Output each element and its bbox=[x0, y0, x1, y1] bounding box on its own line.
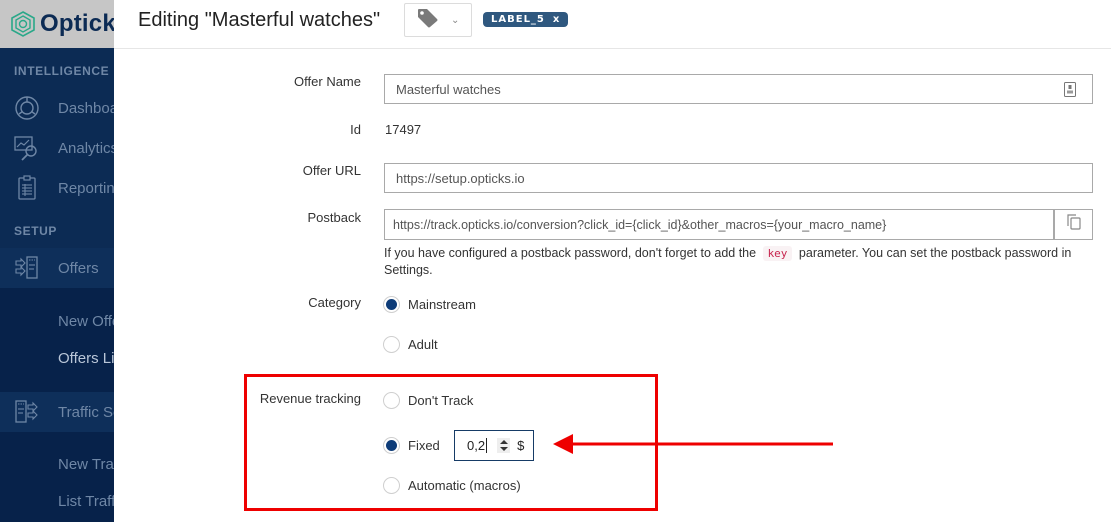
chevron-down-icon: ⌄ bbox=[451, 14, 460, 26]
logo[interactable]: Opticks bbox=[0, 0, 114, 48]
page-header: Editing "Masterful watches" ⌄ LABEL_5 x bbox=[114, 0, 1111, 49]
sidebar: Opticks INTELLIGENCE Dashboard Analytics… bbox=[0, 0, 114, 522]
radio-unchecked-icon bbox=[383, 336, 400, 353]
dashboard-icon bbox=[14, 95, 40, 121]
radio-label: Adult bbox=[408, 337, 438, 352]
sidebar-item-analytics[interactable]: Analytics bbox=[0, 128, 114, 168]
postback-help-text: If you have configured a postback passwo… bbox=[384, 245, 1096, 279]
sidebar-item-offers[interactable]: Offers bbox=[0, 248, 114, 288]
opticks-logo-icon bbox=[11, 11, 35, 37]
category-mainstream-radio[interactable]: Mainstream bbox=[383, 296, 476, 313]
traffic-sources-icon bbox=[14, 399, 40, 425]
postback-input[interactable]: https://track.opticks.io/conversion?clic… bbox=[384, 209, 1054, 240]
radio-label: Mainstream bbox=[408, 297, 476, 312]
contact-card-icon bbox=[1064, 82, 1076, 100]
offers-icon bbox=[14, 255, 40, 281]
sidebar-subitem-new-offer[interactable]: New Offer bbox=[58, 313, 114, 330]
radio-checked-icon bbox=[383, 296, 400, 313]
remove-label-button[interactable]: x bbox=[553, 14, 560, 25]
id-label: Id bbox=[350, 122, 361, 137]
offer-url-input[interactable]: https://setup.opticks.io bbox=[384, 163, 1093, 193]
copy-icon bbox=[1066, 214, 1081, 235]
tag-icon bbox=[417, 8, 439, 33]
offer-id-value: 17497 bbox=[385, 122, 422, 137]
label-badge: LABEL_5 x bbox=[483, 12, 569, 27]
section-setup: SETUP bbox=[14, 224, 58, 238]
offer-url-value: https://setup.opticks.io bbox=[396, 170, 525, 186]
sidebar-item-label: Traffic Sources bbox=[58, 403, 114, 421]
page: Opticks INTELLIGENCE Dashboard Analytics… bbox=[0, 0, 1111, 522]
sidebar-subitem-new-traffic-source[interactable]: New Traffic Source bbox=[58, 456, 114, 473]
category-label: Category bbox=[308, 295, 361, 310]
sidebar-item-label: Reporting bbox=[58, 179, 114, 197]
tag-select-dropdown[interactable]: ⌄ bbox=[404, 3, 472, 37]
brand-name: Opticks bbox=[40, 10, 114, 37]
sidebar-item-dashboard[interactable]: Dashboard bbox=[0, 88, 114, 128]
reporting-icon bbox=[14, 175, 40, 201]
offer-name-label: Offer Name bbox=[294, 74, 361, 89]
section-intelligence: INTELLIGENCE bbox=[14, 64, 110, 78]
sidebar-item-label: Dashboard bbox=[58, 99, 114, 117]
analytics-icon bbox=[14, 135, 40, 161]
sidebar-item-label: Analytics bbox=[58, 139, 114, 157]
offer-name-input[interactable]: Masterful watches bbox=[384, 74, 1093, 104]
offer-name-value: Masterful watches bbox=[396, 81, 501, 97]
category-adult-radio[interactable]: Adult bbox=[383, 336, 438, 353]
help-text-part: If you have configured a postback passwo… bbox=[384, 246, 757, 260]
sidebar-item-traffic-sources[interactable]: Traffic Sources bbox=[0, 392, 114, 432]
offer-url-label: Offer URL bbox=[302, 163, 361, 178]
annotation-arrow-icon bbox=[553, 434, 833, 454]
sidebar-subitem-list-traffic-sources[interactable]: List Traffic Sources bbox=[58, 493, 114, 510]
traffic-submenu: New Traffic Source List Traffic Sources bbox=[0, 432, 114, 522]
offers-submenu: New Offer Offers List bbox=[0, 288, 114, 392]
postback-label: Postback bbox=[307, 210, 361, 225]
page-title: Editing "Masterful watches" bbox=[138, 9, 381, 31]
sidebar-item-label: Offers bbox=[58, 259, 99, 277]
label-badge-text: LABEL_5 bbox=[491, 14, 545, 25]
postback-value: https://track.opticks.io/conversion?clic… bbox=[393, 217, 887, 232]
sidebar-subitem-offers-list[interactable]: Offers List bbox=[58, 350, 114, 367]
key-parameter-code: key bbox=[762, 246, 793, 261]
copy-postback-button[interactable] bbox=[1053, 209, 1093, 240]
sidebar-item-reporting[interactable]: Reporting bbox=[0, 168, 114, 208]
